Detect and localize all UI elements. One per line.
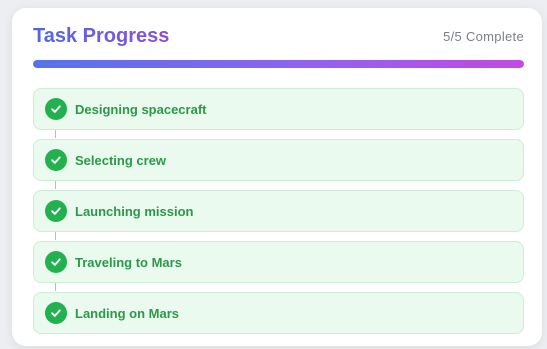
task-connector [55, 130, 56, 138]
progress-bar [33, 60, 524, 68]
check-icon [45, 251, 67, 273]
task-progress-card: Task Progress 5/5 Complete Designing spa… [12, 8, 542, 346]
task-item: Landing on Mars [33, 292, 524, 334]
task-label: Selecting crew [75, 152, 167, 168]
task-connector [55, 283, 56, 291]
task-item: Launching mission [33, 190, 524, 240]
check-icon [45, 200, 67, 222]
progress-bar-fill [33, 60, 524, 68]
task-label: Launching mission [75, 203, 194, 219]
check-icon [45, 98, 67, 120]
task-connector [55, 232, 56, 240]
task-item: Selecting crew [33, 139, 524, 189]
task-label: Landing on Mars [75, 305, 179, 321]
check-icon [45, 302, 67, 324]
task-label: Designing spacecraft [75, 101, 207, 117]
card-title: Task Progress [33, 25, 170, 47]
task-label: Traveling to Mars [75, 254, 182, 270]
completion-status: 5/5 Complete [443, 29, 524, 44]
task-item: Designing spacecraft [33, 88, 524, 138]
check-icon [45, 149, 67, 171]
task-list: Designing spacecraft Selecting crew Laun… [33, 88, 524, 334]
task-item: Traveling to Mars [33, 241, 524, 291]
task-connector [55, 181, 56, 189]
